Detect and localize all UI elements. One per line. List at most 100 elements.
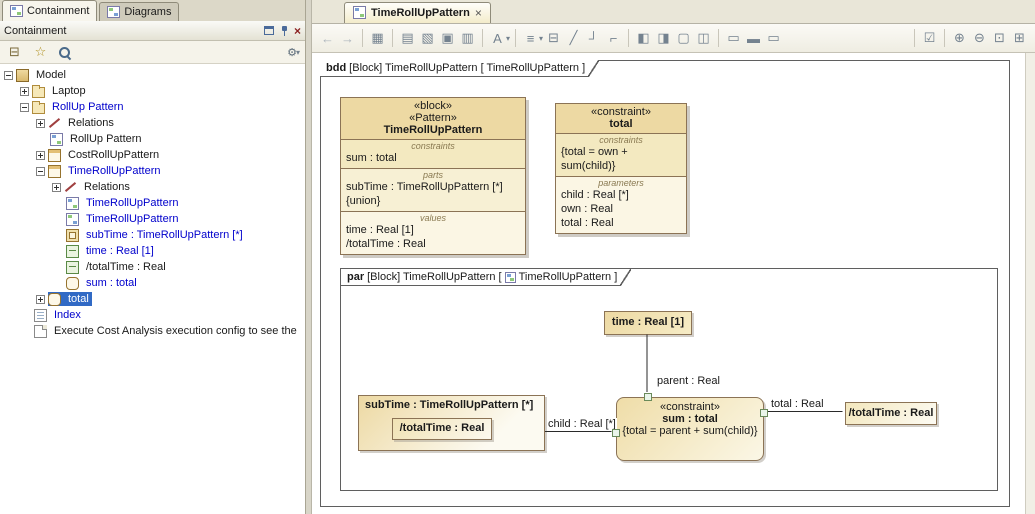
tree-item-model[interactable]: Model <box>0 67 305 83</box>
validate-icon[interactable]: ☑ <box>920 29 939 48</box>
tree-item-total-selected[interactable]: total <box>0 291 305 307</box>
tree-item-label: Model <box>33 68 69 82</box>
collapse-toggle-icon[interactable] <box>36 167 45 176</box>
matrix-rows-icon[interactable]: ▭ <box>724 29 743 48</box>
par-diagram-frame[interactable]: par [Block] TimeRollUpPattern [ TimeRoll… <box>340 268 998 491</box>
route-straight-icon[interactable]: ╱ <box>564 29 583 48</box>
constraint-expression-row[interactable]: {total = own + sum(child)} <box>556 145 686 173</box>
total-connector-label[interactable]: total : Real <box>770 398 825 410</box>
child-parameter-port[interactable] <box>612 429 620 437</box>
child-connector-label[interactable]: child : Real [*] <box>547 418 617 430</box>
tree-item-timerollup-par[interactable]: TimeRollUpPattern <box>0 211 305 227</box>
distribute-icon[interactable]: ⊟ <box>544 29 563 48</box>
tree-item-totaltime[interactable]: /totalTime : Real <box>0 259 305 275</box>
parent-connector-label[interactable]: parent : Real <box>656 375 721 387</box>
diagrams-tab-icon <box>107 6 120 18</box>
matrix-cells-icon[interactable]: ▭ <box>764 29 783 48</box>
part-row[interactable]: subTime : TimeRollUpPattern [*]{union} <box>341 180 525 208</box>
value-row[interactable]: /totalTime : Real <box>341 237 525 251</box>
paste-icon[interactable]: ▥ <box>458 29 477 48</box>
constraint-total[interactable]: «constraint» total constraints {total = … <box>555 103 687 234</box>
tree-item-execute-config[interactable]: Execute Cost Analysis execution config t… <box>0 323 305 339</box>
search-icon[interactable] <box>57 45 71 59</box>
diagram-canvas[interactable]: bdd [Block] TimeRollUpPattern [ TimeRoll… <box>312 53 1025 514</box>
close-tab-icon[interactable]: × <box>475 8 482 18</box>
expand-toggle-icon[interactable] <box>36 119 45 128</box>
expand-toggle-icon[interactable] <box>36 295 45 304</box>
layout-icon[interactable]: A <box>488 29 507 48</box>
collapse-toggle-icon[interactable] <box>4 71 13 80</box>
tree-item-index[interactable]: Index <box>0 307 305 323</box>
align-caret-icon[interactable]: ▾ <box>539 34 543 43</box>
vertical-scrollbar[interactable] <box>1025 53 1035 514</box>
relations-icon <box>48 117 61 130</box>
same-size-icon[interactable]: ◧ <box>634 29 653 48</box>
tree-item-time[interactable]: time : Real [1] <box>0 243 305 259</box>
zoom-out-icon[interactable]: ⊖ <box>970 29 989 48</box>
tab-diagrams[interactable]: Diagrams <box>99 2 179 21</box>
constraint-name: total <box>560 118 682 130</box>
tree-item-sum-total[interactable]: sum : total <box>0 275 305 291</box>
matrix-columns-icon[interactable]: ▬ <box>744 29 763 48</box>
parameters-compartment: parameters child : Real [*] own : Real t… <box>556 177 686 233</box>
tree-item-laptop[interactable]: Laptop <box>0 83 305 99</box>
parameter-row[interactable]: child : Real [*] <box>556 188 686 202</box>
route-oblique-icon[interactable]: ⌐ <box>604 29 623 48</box>
parameter-row[interactable]: own : Real <box>556 202 686 216</box>
collapse-all-icon[interactable]: ⊟ <box>5 43 24 62</box>
containment-panel: Containment Diagrams Containment × ⊟ ☆ ⚙… <box>0 0 306 514</box>
constraint-row[interactable]: sum : total <box>341 151 525 165</box>
back-arrow-icon[interactable]: ← <box>318 29 337 48</box>
value-row[interactable]: time : Real [1] <box>341 223 525 237</box>
copy-icon[interactable]: ▣ <box>438 29 457 48</box>
package-icon <box>32 103 45 114</box>
tree-item-label: CostRollUpPattern <box>65 148 162 162</box>
bdd-frame-text: [Block] TimeRollUpPattern [ TimeRollUpPa… <box>349 62 585 74</box>
lock-icon[interactable]: ◫ <box>694 29 713 48</box>
total-parameter-port[interactable] <box>760 409 768 417</box>
tree-item-label: RollUp Pattern <box>67 132 145 146</box>
tree-item-relations[interactable]: Relations <box>0 179 305 195</box>
expand-toggle-icon[interactable] <box>36 151 45 160</box>
tree-item-rollup-diagram[interactable]: RollUp Pattern <box>0 131 305 147</box>
zoom-in-icon[interactable]: ⊕ <box>950 29 969 48</box>
float-window-icon[interactable] <box>264 26 274 35</box>
image-export-icon[interactable]: ▧ <box>418 29 437 48</box>
containment-tab-icon <box>10 5 23 17</box>
ungroup-icon[interactable]: ▢ <box>674 29 693 48</box>
favorites-star-icon[interactable]: ☆ <box>31 43 50 62</box>
compartment-label: parameters <box>556 177 686 188</box>
tree-item-relations[interactable]: Relations <box>0 115 305 131</box>
group-icon[interactable]: ◨ <box>654 29 673 48</box>
tree-item-costrolluppattern[interactable]: CostRollUpPattern <box>0 147 305 163</box>
tree-item-timerollup-bdd[interactable]: TimeRollUpPattern <box>0 195 305 211</box>
zoom-selection-icon[interactable]: ⊞ <box>1010 29 1029 48</box>
block-icon <box>48 165 61 178</box>
pin-icon[interactable] <box>279 25 289 37</box>
tree-item-timerolluppattern[interactable]: TimeRollUpPattern <box>0 163 305 179</box>
zoom-fit-icon[interactable]: ⊡ <box>990 29 1009 48</box>
parent-parameter-port[interactable] <box>644 393 652 401</box>
diagram-icon <box>66 197 79 210</box>
expand-toggle-icon[interactable] <box>20 87 29 96</box>
par-frame-name: TimeRollUpPattern ] <box>519 271 618 283</box>
tab-containment[interactable]: Containment <box>2 0 97 21</box>
block-icon <box>48 149 61 162</box>
layout-caret-icon[interactable]: ▾ <box>506 34 510 43</box>
tab-label: Containment <box>27 5 89 17</box>
panel-options-button[interactable]: ⚙ ▾ <box>287 46 300 59</box>
diagram-icon <box>50 133 63 146</box>
forward-arrow-icon[interactable]: → <box>338 29 357 48</box>
route-rectilinear-icon[interactable]: ┘ <box>584 29 603 48</box>
expand-toggle-icon[interactable] <box>52 183 61 192</box>
parameter-row[interactable]: total : Real <box>556 216 686 230</box>
block-timerolluppattern[interactable]: «block» «Pattern» TimeRollUpPattern cons… <box>340 97 526 255</box>
close-panel-icon[interactable]: × <box>294 26 301 36</box>
tree-item-rollup-pattern[interactable]: RollUp Pattern <box>0 99 305 115</box>
print-icon[interactable]: ▤ <box>398 29 417 48</box>
align-icon[interactable]: ≡ <box>521 29 540 48</box>
tab-timerolluppattern-diagram[interactable]: TimeRollUpPattern × <box>344 2 491 23</box>
collapse-toggle-icon[interactable] <box>20 103 29 112</box>
tree-item-subtime[interactable]: subTime : TimeRollUpPattern [*] <box>0 227 305 243</box>
containment-tree-icon[interactable]: ▦ <box>368 29 387 48</box>
